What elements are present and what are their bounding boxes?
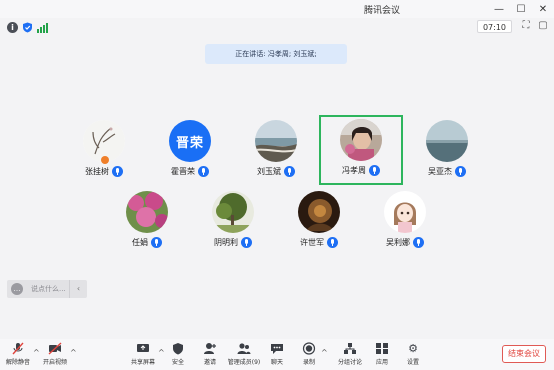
participant-name: 阴明利 <box>214 238 238 247</box>
mic-icon <box>455 166 466 177</box>
participant-tile[interactable]: 吴亚杰 <box>405 116 489 186</box>
start-video-button[interactable]: 开启视频 <box>40 342 70 370</box>
chat-quick-input[interactable]: … 说点什么... ‹ <box>7 280 87 298</box>
participant-name: 冯孝周 <box>342 166 366 175</box>
end-meeting-button[interactable]: 结束会议 <box>502 345 546 363</box>
chat-button[interactable]: 聊天 <box>266 342 288 370</box>
participant-avatar <box>298 191 340 233</box>
gear-icon: ⚙ <box>408 342 418 355</box>
breakout-rooms-label: 分组讨论 <box>337 359 362 366</box>
shield-icon[interactable] <box>22 22 33 33</box>
participant-tile-active-speaker[interactable]: 冯孝周 <box>319 115 403 185</box>
record-button[interactable]: 录制 <box>298 342 320 370</box>
info-bar: i <box>0 18 554 36</box>
participant-avatar <box>212 191 254 233</box>
apps-grid-icon <box>376 343 388 354</box>
participant-avatar <box>255 120 297 162</box>
breakout-rooms-button[interactable]: 分组讨论 <box>335 342 365 370</box>
participant-tile[interactable]: 阴明利 <box>191 187 275 257</box>
audio-options-caret[interactable]: ^ <box>33 348 40 357</box>
participant-name: 张挂树 <box>85 167 109 176</box>
shield-icon <box>173 343 183 355</box>
window-title: 腾讯会议 <box>363 6 400 16</box>
participant-avatar <box>126 191 168 233</box>
participant-tile[interactable]: 许世军 <box>277 187 361 257</box>
host-badge <box>101 156 109 164</box>
participant-avatar <box>426 120 468 162</box>
meeting-toolbar: 解除静音 ^ 开启视频 ^ 共享屏幕 ^ 安全 邀请 管理成员(9) 聊天 录制… <box>0 339 554 370</box>
mic-icon <box>327 237 338 248</box>
minimize-icon[interactable]: — <box>488 0 510 18</box>
share-screen-button[interactable]: 共享屏幕 <box>128 342 158 370</box>
chat-label: 聊天 <box>270 359 283 366</box>
invite-button[interactable]: 邀请 <box>199 342 221 370</box>
start-video-label: 开启视频 <box>42 359 67 366</box>
participant-name: 任娟 <box>132 238 148 247</box>
participant-name: 刘玉斌 <box>257 167 281 176</box>
mic-muted-icon <box>12 342 24 355</box>
chat-icon: … <box>11 283 23 295</box>
fullscreen-icon[interactable]: ⛶ <box>520 20 532 32</box>
participant-tile[interactable]: 任娟 <box>105 187 189 257</box>
unmute-button[interactable]: 解除静音 <box>5 342 31 370</box>
signal-icon[interactable] <box>37 22 48 33</box>
participant-tile[interactable]: 张挂树 <box>62 116 146 186</box>
participant-avatar <box>340 119 382 161</box>
chat-bubble-icon <box>271 344 283 354</box>
mic-icon <box>241 237 252 248</box>
share-screen-label: 共享屏幕 <box>130 359 155 366</box>
close-icon[interactable]: ✕ <box>532 0 554 18</box>
participant-name: 吴亚杰 <box>428 167 452 176</box>
title-bar: 腾讯会议 — ☐ ✕ <box>0 0 554 18</box>
video-options-caret[interactable]: ^ <box>70 348 77 357</box>
mic-icon <box>284 166 295 177</box>
manage-members-label: 管理成员(9) <box>227 359 261 366</box>
mic-icon <box>198 166 209 177</box>
invite-label: 邀请 <box>203 359 216 366</box>
unmute-label: 解除静音 <box>5 359 30 366</box>
settings-button[interactable]: ⚙ 设置 <box>402 342 424 370</box>
mic-icon <box>413 237 424 248</box>
participant-avatar <box>384 191 426 233</box>
camera-off-icon <box>48 342 62 355</box>
share-screen-icon <box>137 344 149 352</box>
speaking-indicator: 正在讲话: 冯孝周; 刘玉斌; <box>205 44 347 64</box>
breakout-rooms-icon <box>344 343 356 354</box>
meeting-timer: 07:10 <box>476 20 512 33</box>
mic-icon <box>151 237 162 248</box>
apps-button[interactable]: 应用 <box>371 342 393 370</box>
record-icon <box>302 342 316 355</box>
chat-placeholder: 说点什么... <box>31 285 66 293</box>
mic-icon <box>369 165 380 176</box>
record-label: 录制 <box>302 359 315 366</box>
collapse-icon[interactable]: ‹ <box>69 280 87 298</box>
record-options-caret[interactable]: ^ <box>321 348 328 357</box>
participant-avatar: 晋荣 <box>169 120 211 162</box>
view-layout-icon[interactable]: ▢ <box>537 20 549 32</box>
manage-members-button[interactable]: 管理成员(9) <box>226 342 262 370</box>
apps-label: 应用 <box>375 359 388 366</box>
participant-name: 许世军 <box>300 238 324 247</box>
participant-tile[interactable]: 吴利娜 <box>363 187 447 257</box>
participant-tile[interactable]: 刘玉斌 <box>234 116 318 186</box>
participant-name: 霍晋荣 <box>171 167 195 176</box>
share-options-caret[interactable]: ^ <box>158 348 165 357</box>
invite-user-icon <box>204 343 216 354</box>
settings-label: 设置 <box>406 359 419 366</box>
mic-icon <box>112 166 123 177</box>
participant-name: 吴利娜 <box>386 238 410 247</box>
participant-tile[interactable]: 晋荣 霍晋荣 <box>148 116 232 186</box>
maximize-icon[interactable]: ☐ <box>510 0 532 18</box>
info-icon[interactable]: i <box>7 22 18 33</box>
security-label: 安全 <box>171 359 184 366</box>
members-icon <box>237 343 251 354</box>
security-button[interactable]: 安全 <box>167 342 189 370</box>
